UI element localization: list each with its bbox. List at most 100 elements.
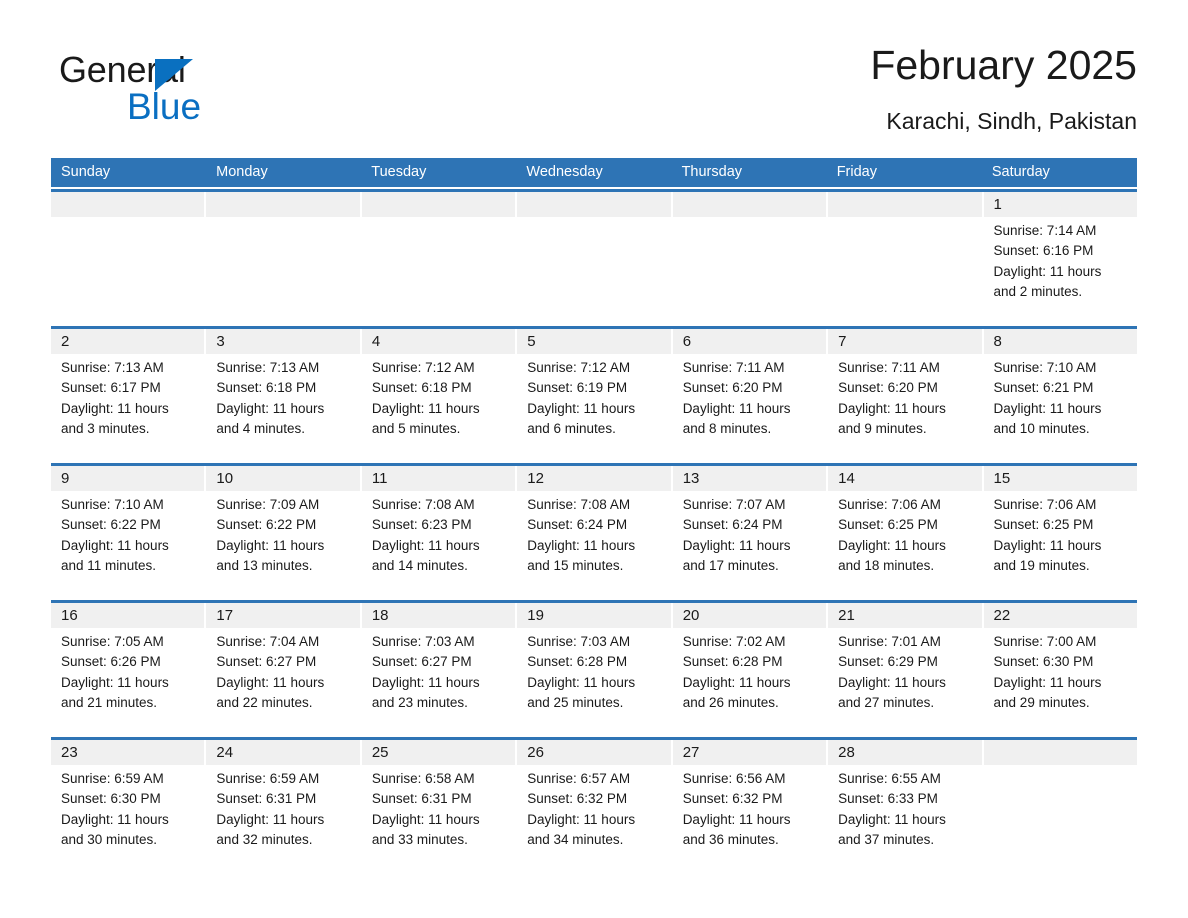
week-row: 1 Sunrise: 7:14 AM Sunset: 6:16 PM Dayli… [51,189,1137,324]
day-number: 9 [51,466,205,491]
day-cell[interactable]: 13 Sunrise: 7:07 AM Sunset: 6:24 PM Dayl… [672,466,829,598]
weekday-header-saturday: Saturday [991,164,1050,180]
weekday-header-thursday: Thursday [681,164,743,180]
day-cell[interactable] [983,740,1137,872]
daylight-text: Daylight: 11 hours and 19 minutes. [993,537,1102,573]
day-cell[interactable]: 14 Sunrise: 7:06 AM Sunset: 6:25 PM Dayl… [828,466,984,598]
day-cell[interactable] [51,192,207,324]
day-cell[interactable]: 17 Sunrise: 7:04 AM Sunset: 6:27 PM Dayl… [206,603,362,735]
day-cell[interactable]: 11 Sunrise: 7:08 AM Sunset: 6:23 PM Dayl… [361,466,518,598]
sunset-text: Sunset: 6:18 PM [216,380,317,396]
day-number [361,192,516,217]
sunrise-text: Sunrise: 6:59 AM [216,771,320,786]
sunrise-text: Sunrise: 6:58 AM [371,771,475,786]
day-cell[interactable]: 3 Sunrise: 7:13 AM Sunset: 6:18 PM Dayli… [206,329,362,461]
day-cell[interactable]: 10 Sunrise: 7:09 AM Sunset: 6:22 PM Dayl… [206,466,362,598]
day-number: 20 [672,603,827,628]
day-cell[interactable]: 24 Sunrise: 6:59 AM Sunset: 6:31 PM Dayl… [206,740,362,872]
day-cell[interactable]: 7 Sunrise: 7:11 AM Sunset: 6:20 PM Dayli… [828,329,984,461]
sunrise-text: Sunrise: 7:05 AM [61,634,164,649]
sunset-text: Sunset: 6:24 PM [682,517,783,533]
day-cell[interactable]: 15 Sunrise: 7:06 AM Sunset: 6:25 PM Dayl… [983,466,1137,598]
day-number: 18 [361,603,516,628]
day-cell[interactable]: 22 Sunrise: 7:00 AM Sunset: 6:30 PM Dayl… [983,603,1137,735]
weekday-header-friday: Friday [836,164,877,180]
day-number: 5 [517,329,671,354]
day-cell[interactable]: 27 Sunrise: 6:56 AM Sunset: 6:32 PM Dayl… [672,740,829,872]
day-cell[interactable]: 2 Sunrise: 7:13 AM Sunset: 6:17 PM Dayli… [51,329,207,461]
day-info [362,217,515,221]
week-row: 9 Sunrise: 7:10 AM Sunset: 6:22 PM Dayli… [51,463,1137,598]
day-cell[interactable]: 21 Sunrise: 7:01 AM Sunset: 6:29 PM Dayl… [828,603,984,735]
day-cell[interactable]: 18 Sunrise: 7:03 AM Sunset: 6:27 PM Dayl… [361,603,518,735]
day-number: 4 [361,329,516,354]
day-number: 8 [983,329,1137,354]
day-number: 10 [206,466,360,491]
sunset-text: Sunset: 6:27 PM [216,654,317,670]
sunrise-text: Sunrise: 7:08 AM [371,497,475,512]
day-cell[interactable]: 26 Sunrise: 6:57 AM Sunset: 6:32 PM Dayl… [517,740,673,872]
daylight-text: Daylight: 11 hours and 10 minutes. [993,400,1102,436]
day-number: 2 [51,329,205,354]
day-cell[interactable]: 28 Sunrise: 6:55 AM Sunset: 6:33 PM Dayl… [828,740,984,872]
daylight-text: Daylight: 11 hours and 36 minutes. [682,811,791,847]
daylight-text: Daylight: 11 hours and 21 minutes. [61,674,169,710]
logo-text-blue: Blue [127,86,202,127]
sunrise-text: Sunrise: 7:02 AM [682,634,786,649]
day-cell[interactable]: 19 Sunrise: 7:03 AM Sunset: 6:28 PM Dayl… [517,603,673,735]
day-info [828,217,981,221]
sunrise-text: Sunrise: 7:13 AM [216,360,320,375]
day-number: 27 [672,740,827,765]
day-cell[interactable] [206,192,362,324]
day-info: Sunrise: 7:02 AM Sunset: 6:28 PM Dayligh… [673,628,826,713]
sunset-text: Sunset: 6:18 PM [371,380,472,396]
day-cell[interactable]: 25 Sunrise: 6:58 AM Sunset: 6:31 PM Dayl… [361,740,518,872]
day-number [51,192,205,217]
day-cell[interactable]: 8 Sunrise: 7:10 AM Sunset: 6:21 PM Dayli… [983,329,1137,461]
sunrise-text: Sunrise: 7:14 AM [993,223,1097,238]
day-info: Sunrise: 7:07 AM Sunset: 6:24 PM Dayligh… [673,491,826,576]
sunset-text: Sunset: 6:31 PM [371,791,472,807]
sunset-text: Sunset: 6:22 PM [61,517,161,533]
day-info: Sunrise: 7:13 AM Sunset: 6:17 PM Dayligh… [51,354,204,439]
sunrise-text: Sunrise: 6:57 AM [527,771,631,786]
daylight-text: Daylight: 11 hours and 4 minutes. [216,400,325,436]
day-info: Sunrise: 7:03 AM Sunset: 6:27 PM Dayligh… [362,628,515,713]
day-cell[interactable]: 16 Sunrise: 7:05 AM Sunset: 6:26 PM Dayl… [51,603,207,735]
daylight-text: Daylight: 11 hours and 26 minutes. [682,674,791,710]
day-cell[interactable]: 4 Sunrise: 7:12 AM Sunset: 6:18 PM Dayli… [361,329,518,461]
day-number: 16 [51,603,205,628]
day-cell[interactable] [672,192,829,324]
day-info: Sunrise: 7:08 AM Sunset: 6:24 PM Dayligh… [517,491,670,576]
weekday-header-monday: Monday [216,164,268,180]
day-cell[interactable] [361,192,518,324]
day-cell[interactable]: 12 Sunrise: 7:08 AM Sunset: 6:24 PM Dayl… [517,466,673,598]
daylight-text: Daylight: 11 hours and 37 minutes. [838,811,946,847]
sunrise-text: Sunrise: 7:03 AM [371,634,475,649]
day-cell[interactable]: 1 Sunrise: 7:14 AM Sunset: 6:16 PM Dayli… [983,192,1137,324]
day-info: Sunrise: 7:08 AM Sunset: 6:23 PM Dayligh… [362,491,515,576]
sunrise-text: Sunrise: 7:04 AM [216,634,320,649]
day-cell[interactable]: 6 Sunrise: 7:11 AM Sunset: 6:20 PM Dayli… [672,329,829,461]
day-cell[interactable]: 5 Sunrise: 7:12 AM Sunset: 6:19 PM Dayli… [517,329,673,461]
sunset-text: Sunset: 6:28 PM [527,654,628,670]
day-cell[interactable] [517,192,673,324]
day-info [517,217,670,221]
weekday-header-sunday: Sunday [61,164,111,180]
title-block: February 2025 Karachi, Sindh, Pakistan [870,40,1137,136]
sunset-text: Sunset: 6:32 PM [682,791,783,807]
sunrise-text: Sunrise: 7:06 AM [993,497,1097,512]
sunrise-text: Sunrise: 7:12 AM [371,360,475,375]
sunrise-text: Sunrise: 7:11 AM [682,360,785,375]
day-cell[interactable] [828,192,984,324]
day-cell[interactable]: 9 Sunrise: 7:10 AM Sunset: 6:22 PM Dayli… [51,466,207,598]
day-number [206,192,360,217]
location-subtitle: Karachi, Sindh, Pakistan [886,108,1137,134]
day-cell[interactable]: 20 Sunrise: 7:02 AM Sunset: 6:28 PM Dayl… [672,603,829,735]
daylight-text: Daylight: 11 hours and 15 minutes. [527,537,636,573]
sunrise-text: Sunrise: 7:01 AM [838,634,941,649]
day-info [984,765,1137,769]
sunset-text: Sunset: 6:30 PM [993,654,1094,670]
day-cell[interactable]: 23 Sunrise: 6:59 AM Sunset: 6:30 PM Dayl… [51,740,207,872]
daylight-text: Daylight: 11 hours and 27 minutes. [838,674,946,710]
